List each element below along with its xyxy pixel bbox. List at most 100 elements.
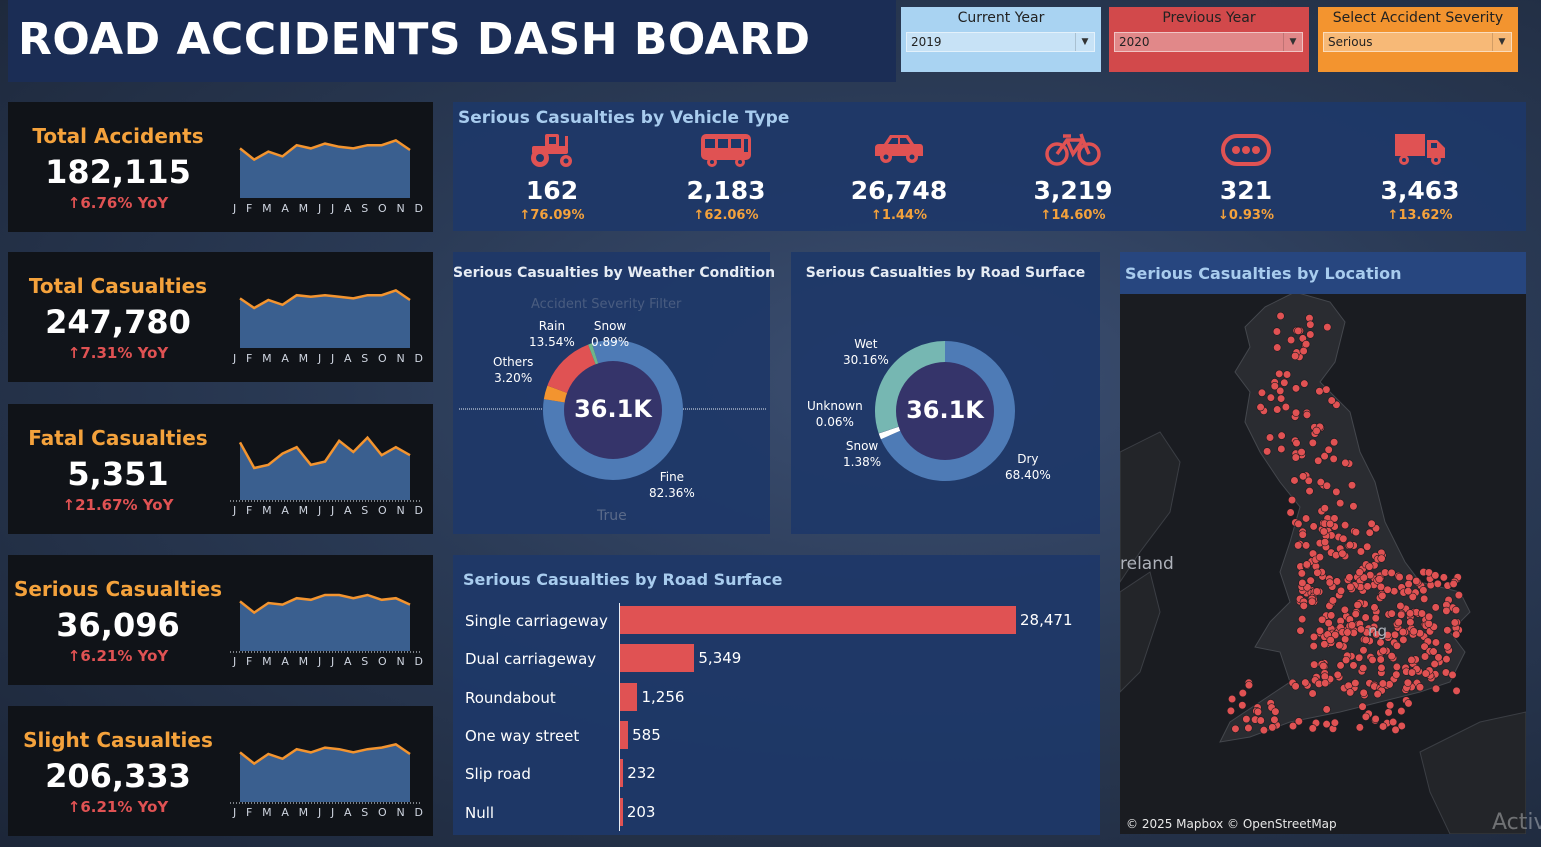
- location-point[interactable]: [1328, 596, 1338, 605]
- kpi-sparkline[interactable]: [230, 569, 420, 653]
- location-point[interactable]: [1291, 384, 1301, 393]
- location-point[interactable]: [1270, 381, 1279, 391]
- previous-year-filter[interactable]: Previous Year 2020 ▼: [1109, 7, 1309, 72]
- surface-donut[interactable]: [791, 252, 1100, 534]
- bar-null[interactable]: [620, 797, 623, 826]
- location-point[interactable]: [1395, 572, 1404, 582]
- kpi-card[interactable]: Fatal Casualties 5,351 ↑21.67% YoY J F M A M J J A…: [8, 404, 433, 534]
- location-point[interactable]: [1263, 447, 1272, 456]
- location-point[interactable]: [1315, 387, 1324, 396]
- location-point[interactable]: [1335, 641, 1344, 650]
- location-point[interactable]: [1347, 621, 1357, 630]
- location-point[interactable]: [1368, 655, 1377, 665]
- location-point[interactable]: [1390, 630, 1400, 639]
- location-point[interactable]: [1361, 712, 1370, 721]
- location-point[interactable]: [1294, 519, 1303, 529]
- location-point[interactable]: [1378, 591, 1387, 600]
- location-point[interactable]: [1406, 609, 1415, 618]
- location-point[interactable]: [1433, 579, 1442, 588]
- location-point[interactable]: [1378, 722, 1388, 731]
- location-point[interactable]: [1297, 447, 1306, 457]
- location-point[interactable]: [1431, 638, 1441, 647]
- location-point[interactable]: [1271, 707, 1280, 716]
- location-point[interactable]: [1302, 541, 1311, 550]
- location-point[interactable]: [1298, 530, 1307, 539]
- location-point[interactable]: [1309, 632, 1319, 641]
- location-point[interactable]: [1341, 655, 1351, 665]
- location-point[interactable]: [1268, 723, 1277, 732]
- location-point[interactable]: [1443, 642, 1452, 651]
- location-point[interactable]: [1391, 725, 1400, 734]
- location-point[interactable]: [1375, 575, 1384, 584]
- location-point[interactable]: [1299, 601, 1308, 610]
- location-point[interactable]: [1355, 653, 1364, 662]
- location-point[interactable]: [1452, 630, 1461, 639]
- vehicle-item-other[interactable]: 321 ↓0.93%: [1171, 102, 1321, 231]
- location-point[interactable]: [1329, 454, 1338, 464]
- location-point[interactable]: [1330, 438, 1339, 447]
- location-point[interactable]: [1420, 594, 1429, 603]
- location-point[interactable]: [1322, 385, 1331, 394]
- location-point[interactable]: [1310, 660, 1319, 669]
- map-canvas[interactable]: [1120, 252, 1526, 834]
- location-point[interactable]: [1392, 662, 1401, 672]
- location-point[interactable]: [1322, 481, 1332, 490]
- kpi-card[interactable]: Total Accidents 182,115 ↑6.76% YoY J F M A M J J A…: [8, 102, 433, 232]
- location-point[interactable]: [1390, 587, 1399, 596]
- location-point[interactable]: [1338, 549, 1347, 558]
- location-point[interactable]: [1294, 541, 1303, 550]
- bar-dual-carriageway[interactable]: [620, 644, 695, 673]
- location-point[interactable]: [1256, 403, 1265, 412]
- location-point[interactable]: [1300, 379, 1309, 388]
- chevron-down-icon[interactable]: ▼: [1492, 33, 1511, 51]
- location-point[interactable]: [1336, 586, 1346, 595]
- location-point[interactable]: [1308, 689, 1317, 698]
- location-point[interactable]: [1308, 724, 1317, 733]
- kpi-card[interactable]: Serious Casualties 36,096 ↑6.21% YoY J F M A M J…: [8, 555, 433, 685]
- location-point[interactable]: [1280, 378, 1289, 387]
- location-point[interactable]: [1396, 601, 1405, 611]
- location-point[interactable]: [1322, 720, 1331, 729]
- location-point[interactable]: [1273, 405, 1282, 414]
- location-point[interactable]: [1306, 320, 1315, 329]
- location-point[interactable]: [1377, 554, 1386, 563]
- location-point[interactable]: [1397, 706, 1406, 716]
- location-point[interactable]: [1367, 519, 1376, 528]
- location-point[interactable]: [1244, 681, 1254, 690]
- location-point[interactable]: [1431, 684, 1441, 693]
- location-point[interactable]: [1309, 522, 1318, 531]
- location-point[interactable]: [1351, 528, 1361, 537]
- location-point[interactable]: [1431, 571, 1440, 580]
- location-point[interactable]: [1359, 688, 1368, 698]
- location-point[interactable]: [1320, 504, 1329, 513]
- donut-slice-others[interactable]: [543, 385, 569, 403]
- location-point[interactable]: [1451, 606, 1461, 615]
- location-point[interactable]: [1276, 311, 1285, 321]
- location-point[interactable]: [1448, 670, 1457, 680]
- location-point[interactable]: [1307, 597, 1317, 606]
- location-point[interactable]: [1392, 641, 1402, 650]
- location-point[interactable]: [1291, 408, 1301, 417]
- location-point[interactable]: [1257, 388, 1267, 397]
- location-point[interactable]: [1302, 560, 1311, 569]
- location-point[interactable]: [1412, 576, 1421, 586]
- location-point[interactable]: [1415, 683, 1425, 692]
- kpi-sparkline[interactable]: [230, 418, 420, 502]
- location-point[interactable]: [1319, 527, 1328, 536]
- location-point[interactable]: [1296, 626, 1305, 635]
- location-point[interactable]: [1299, 346, 1308, 356]
- location-point[interactable]: [1302, 340, 1311, 349]
- location-point[interactable]: [1407, 655, 1416, 665]
- location-point[interactable]: [1421, 669, 1430, 678]
- location-point[interactable]: [1244, 723, 1253, 733]
- location-point[interactable]: [1277, 431, 1286, 440]
- location-point[interactable]: [1345, 573, 1354, 582]
- location-point[interactable]: [1323, 323, 1332, 332]
- location-point[interactable]: [1313, 568, 1322, 577]
- location-point[interactable]: [1389, 717, 1398, 727]
- location-point[interactable]: [1265, 433, 1275, 442]
- location-point[interactable]: [1454, 590, 1463, 600]
- vehicle-item-tractor[interactable]: 162 ↑76.09%: [477, 102, 627, 231]
- location-point[interactable]: [1351, 609, 1360, 619]
- location-point[interactable]: [1399, 635, 1408, 644]
